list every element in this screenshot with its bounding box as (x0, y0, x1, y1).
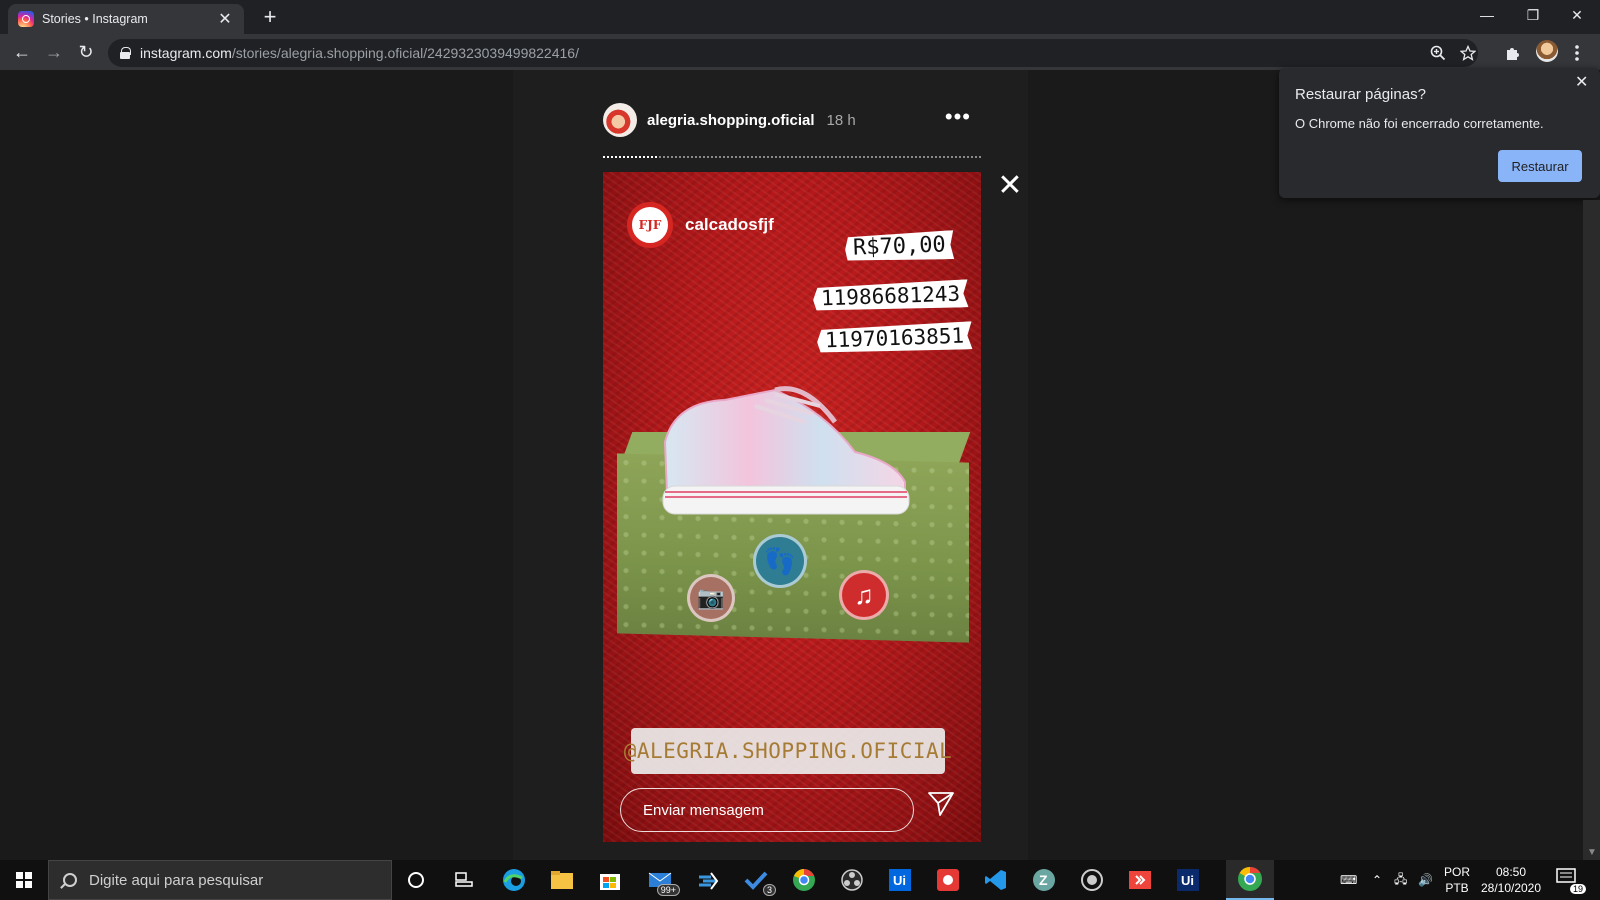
input-language[interactable]: POR PTB (1444, 864, 1470, 896)
music-note-icon: ♫ (839, 570, 889, 620)
todo-icon[interactable]: 3 (740, 864, 776, 896)
sneaker-image (662, 386, 910, 515)
minimize-button[interactable]: — (1464, 0, 1510, 30)
story-header: alegria.shopping.oficial 18 h ••• (603, 102, 983, 138)
obs-icon[interactable] (836, 864, 868, 896)
camera-icon: 📷 (687, 574, 735, 622)
price-label: R$70,00 (845, 230, 955, 263)
windows-taskbar: Digite aqui para pesquisar 99+ 3 Ui Z Ui… (0, 860, 1600, 900)
restore-title: Restaurar páginas? (1295, 86, 1426, 103)
svg-text:Z: Z (1039, 872, 1048, 888)
uipath-icon[interactable]: Ui (884, 864, 916, 896)
new-tab-button[interactable]: + (258, 4, 282, 30)
clock-time: 08:50 (1495, 865, 1527, 879)
taskbar-search-placeholder: Digite aqui para pesquisar (89, 871, 264, 889)
file-explorer-icon[interactable] (546, 864, 578, 896)
profile-avatar[interactable] (1536, 40, 1558, 62)
story-username[interactable]: alegria.shopping.oficial (647, 112, 815, 129)
azure-data-studio-icon[interactable] (692, 864, 724, 896)
uipath-studio-icon[interactable]: Ui (1172, 864, 1204, 896)
camera-app-icon[interactable] (1076, 864, 1108, 896)
restore-button[interactable]: Restaurar (1498, 150, 1582, 182)
extensions-puzzle-icon[interactable] (1502, 42, 1524, 64)
phone-label-2: 11970163851 (817, 321, 973, 354)
restore-pages-popup: Restaurar páginas? O Chrome não foi ence… (1279, 68, 1600, 198)
chrome-alt-icon[interactable] (788, 864, 820, 896)
lock-icon[interactable] (120, 47, 131, 59)
recorder-icon[interactable] (932, 864, 964, 896)
url-path: /stories/alegria.shopping.oficial/242932… (231, 45, 579, 61)
story-image[interactable]: FJF calcadosfjf R$70,00 11986681243 1197… (603, 172, 981, 842)
account-tag: @ALEGRIA.SHOPPING.OFICIAL (624, 728, 952, 774)
mail-badge: 99+ (656, 884, 680, 896)
mail-icon[interactable]: 99+ (644, 864, 680, 896)
back-button[interactable]: ← (10, 40, 34, 64)
instagram-favicon-icon (18, 11, 34, 27)
browser-tab[interactable]: Stories • Instagram ✕ (8, 4, 244, 34)
scrollbar[interactable]: ▼ (1583, 200, 1600, 860)
restore-window-button[interactable]: ❐ (1510, 0, 1556, 30)
story-progress-fill (603, 156, 658, 158)
start-button[interactable] (0, 860, 48, 900)
story-avatar[interactable] (603, 103, 637, 137)
zotero-icon[interactable]: Z (1028, 864, 1060, 896)
svg-text:Ui: Ui (1181, 873, 1194, 888)
restore-message: O Chrome não foi encerrado corretamente. (1295, 116, 1544, 131)
story-progress-bar (603, 156, 981, 158)
send-icon[interactable] (926, 788, 956, 818)
taskbar-search[interactable]: Digite aqui para pesquisar (48, 860, 392, 900)
phone-label-1: 11986681243 (813, 279, 969, 312)
reply-placeholder: Enviar mensagem (643, 801, 764, 819)
footprint-icon: 👣 (753, 534, 807, 588)
forward-button[interactable]: → (42, 40, 66, 64)
search-icon (63, 873, 77, 887)
volume-icon[interactable]: 🔊 (1418, 860, 1433, 900)
vscode-icon[interactable] (980, 864, 1012, 896)
address-bar[interactable]: instagram.com/stories/alegria.shopping.o… (108, 39, 1478, 67)
keyboard-icon[interactable]: ⌨ (1340, 860, 1357, 900)
store-icon[interactable] (594, 864, 626, 896)
cortana-icon[interactable] (400, 864, 432, 896)
lang-line-2: PTB (1445, 881, 1469, 895)
mention-sticker[interactable]: FJF calcadosfjf (627, 202, 774, 248)
more-options-icon[interactable]: ••• (945, 104, 971, 130)
restore-close-icon[interactable]: ✕ (1575, 72, 1588, 92)
close-story-icon[interactable]: ✕ (996, 171, 1024, 201)
scroll-down-arrow-icon[interactable]: ▼ (1587, 847, 1597, 858)
title-bar: Stories • Instagram ✕ + — ❐ ✕ (0, 0, 1600, 34)
svg-text:Ui: Ui (893, 873, 906, 888)
notification-count-badge: 19 (1569, 884, 1586, 894)
menu-kebab-icon[interactable] (1566, 42, 1588, 64)
edge-icon[interactable] (498, 864, 530, 896)
clock-date: 28/10/2020 (1480, 881, 1542, 895)
url-text: instagram.com/stories/alegria.shopping.o… (140, 45, 579, 61)
chrome-taskbar-icon[interactable] (1226, 860, 1274, 900)
zoom-icon[interactable] (1430, 45, 1446, 61)
windows-logo-icon (16, 872, 32, 888)
calcadosfjf-logo: FJF (627, 202, 673, 248)
system-clock[interactable]: 08:50 28/10/2020 (1478, 864, 1544, 896)
reply-input[interactable]: Enviar mensagem (620, 788, 914, 832)
reload-button[interactable]: ↻ (74, 40, 98, 64)
bookmark-star-icon[interactable] (1460, 45, 1476, 61)
show-hidden-icons-icon[interactable]: ⌃ (1372, 860, 1382, 900)
browser-toolbar: ← → ↻ instagram.com/stories/alegria.shop… (0, 34, 1600, 70)
task-view-icon[interactable] (448, 864, 480, 896)
url-host: instagram.com (140, 45, 232, 61)
lang-line-1: POR (1444, 865, 1471, 879)
tab-close-icon[interactable]: ✕ (216, 9, 234, 29)
tab-title: Stories • Instagram (42, 12, 148, 26)
close-window-button[interactable]: ✕ (1554, 0, 1600, 30)
anydesk-icon[interactable] (1124, 864, 1156, 896)
todo-badge: 3 (762, 884, 776, 896)
network-icon[interactable]: 🖧 (1394, 860, 1407, 900)
action-center-icon[interactable]: 19 (1556, 868, 1586, 894)
story-time: 18 h (826, 111, 856, 129)
mention-username: calcadosfjf (685, 215, 774, 234)
